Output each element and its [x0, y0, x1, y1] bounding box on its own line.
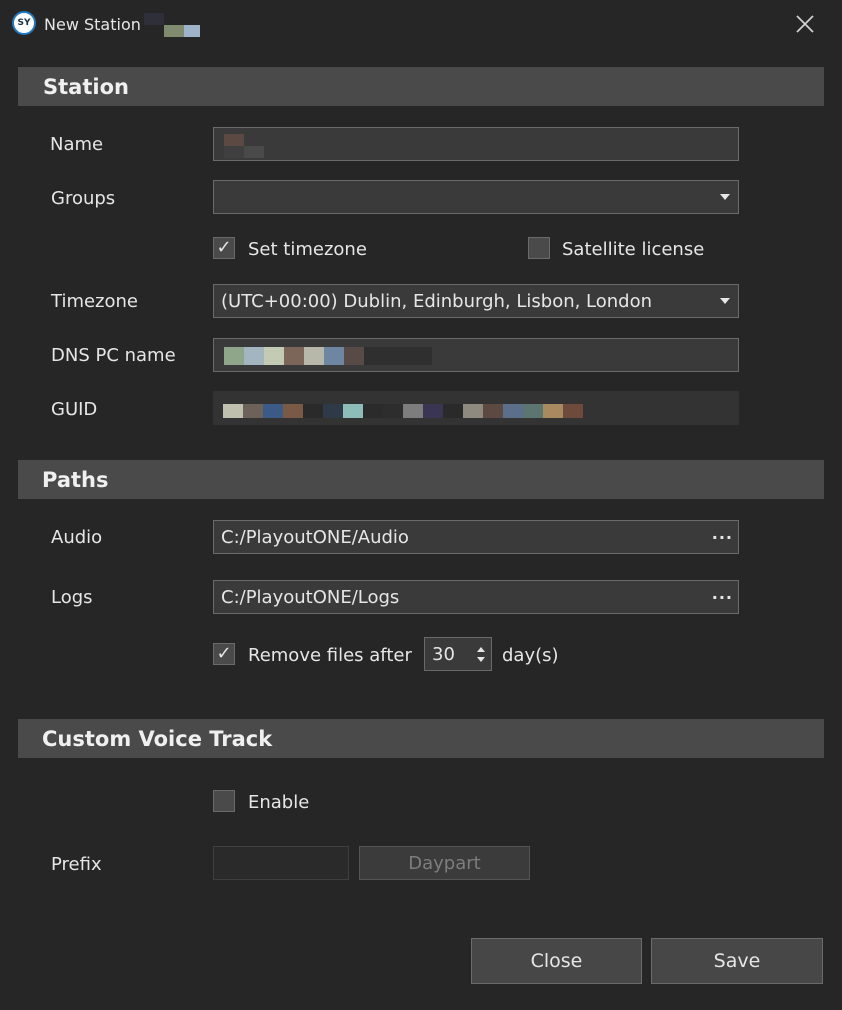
check-icon: ✓	[216, 643, 232, 664]
section-header-custom-voice-track: Custom Voice Track	[18, 719, 824, 758]
name-field[interactable]	[213, 127, 739, 161]
groups-label: Groups	[51, 188, 116, 209]
check-icon: ✓	[216, 237, 232, 258]
groups-dropdown[interactable]	[213, 180, 739, 214]
prefix-input[interactable]	[213, 846, 349, 880]
enable-checkbox[interactable]	[213, 790, 235, 812]
browse-ellipsis-icon[interactable]: ···	[712, 588, 733, 607]
window-title: New Station	[44, 15, 141, 34]
guid-field	[213, 391, 739, 425]
chevron-down-icon	[720, 298, 730, 304]
logs-path-field[interactable]: C:/PlayoutONE/Logs ···	[213, 580, 739, 614]
timezone-value: (UTC+00:00) Dublin, Edinburgh, Lisbon, L…	[221, 290, 653, 312]
days-unit-label: day(s)	[502, 645, 559, 666]
close-icon[interactable]	[790, 9, 820, 39]
spin-up-icon[interactable]	[477, 646, 485, 652]
timezone-dropdown[interactable]: (UTC+00:00) Dublin, Edinburgh, Lisbon, L…	[213, 284, 739, 318]
satellite-license-label: Satellite license	[562, 239, 705, 260]
audio-path-value: C:/PlayoutONE/Audio	[221, 526, 409, 548]
redacted-title-suffix	[144, 13, 200, 37]
remove-files-label: Remove files after	[248, 645, 412, 666]
section-title: Paths	[42, 467, 109, 492]
enable-label: Enable	[248, 792, 310, 813]
audio-label: Audio	[51, 527, 103, 548]
set-timezone-checkbox[interactable]: ✓	[213, 237, 235, 259]
timezone-label: Timezone	[51, 291, 138, 312]
audio-path-field[interactable]: C:/PlayoutONE/Audio ···	[213, 520, 739, 554]
save-button[interactable]: Save	[651, 938, 823, 984]
set-timezone-label: Set timezone	[248, 239, 367, 260]
logs-label: Logs	[51, 587, 93, 608]
satellite-license-checkbox[interactable]	[528, 237, 550, 259]
days-value: 30	[432, 643, 455, 665]
section-header-paths: Paths	[18, 460, 824, 499]
app-logo: SY	[12, 11, 36, 35]
dns-pc-name-label: DNS PC name	[51, 345, 176, 366]
days-spinbox[interactable]: 30	[424, 637, 492, 671]
redacted-text	[224, 134, 244, 146]
browse-ellipsis-icon[interactable]: ···	[712, 528, 733, 547]
spin-down-icon[interactable]	[477, 656, 485, 662]
remove-files-checkbox[interactable]: ✓	[213, 643, 235, 665]
redacted-text	[224, 347, 432, 365]
redacted-text	[223, 404, 583, 418]
prefix-label: Prefix	[51, 854, 102, 875]
daypart-button[interactable]: Daypart	[359, 846, 530, 880]
section-title: Custom Voice Track	[42, 726, 273, 751]
chevron-down-icon	[720, 194, 730, 200]
close-button[interactable]: Close	[471, 938, 642, 984]
dns-pc-name-field[interactable]	[213, 338, 739, 372]
section-title: Station	[43, 74, 129, 99]
logs-path-value: C:/PlayoutONE/Logs	[221, 586, 400, 608]
guid-label: GUID	[51, 399, 98, 420]
section-header-station: Station	[18, 67, 824, 106]
name-label: Name	[50, 134, 104, 155]
